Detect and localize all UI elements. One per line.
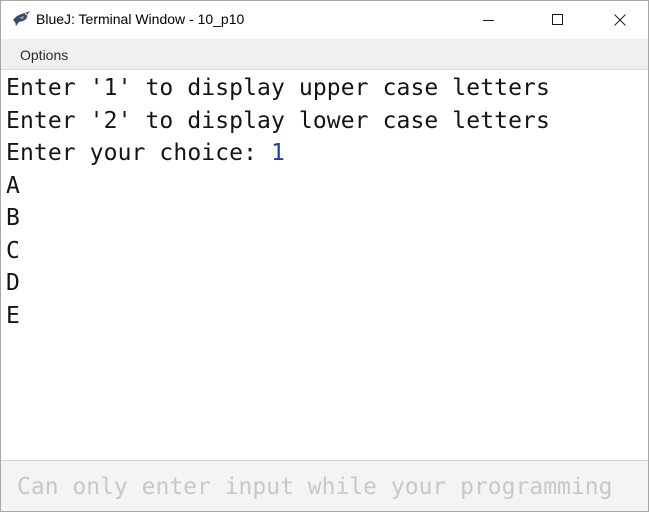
close-icon [614,14,626,26]
title-bar[interactable]: BlueJ: Terminal Window - 10_p10 [1,1,648,39]
menu-options[interactable]: Options [20,47,68,63]
terminal-line-text: Enter '2' to display lower case letters [6,108,550,134]
maximize-button[interactable] [535,1,581,39]
minimize-button[interactable] [466,1,512,39]
terminal-line: C [6,235,20,267]
menu-bar: Options [1,39,648,70]
terminal-line: Enter your choice: 1 [6,137,285,169]
terminal-line: Enter '1' to display upper case letters [6,72,550,104]
terminal-line-text: B [6,205,20,231]
minimize-icon [483,20,494,21]
terminal-line-text: A [6,173,20,199]
terminal-input-field[interactable] [1,461,648,511]
terminal-line-text: Enter '1' to display upper case letters [6,75,550,101]
bluej-bird-icon [11,10,31,28]
terminal-line: Enter '2' to display lower case letters [6,105,550,137]
window-title: BlueJ: Terminal Window - 10_p10 [36,11,245,27]
close-button[interactable] [597,1,643,39]
terminal-window: BlueJ: Terminal Window - 10_p10 Options … [0,0,649,512]
maximize-icon [552,14,563,25]
terminal-line-text: E [6,303,20,329]
terminal-line: D [6,267,20,299]
terminal-line-input: 1 [271,140,285,166]
terminal-line: E [6,300,20,332]
terminal-line-text: D [6,270,20,296]
terminal-line-text: C [6,238,20,264]
terminal-output[interactable]: Enter '1' to display upper case letters … [1,70,648,458]
terminal-line: B [6,202,20,234]
terminal-line: A [6,170,20,202]
input-area [1,460,648,511]
terminal-line-text: Enter your choice: [6,140,271,166]
